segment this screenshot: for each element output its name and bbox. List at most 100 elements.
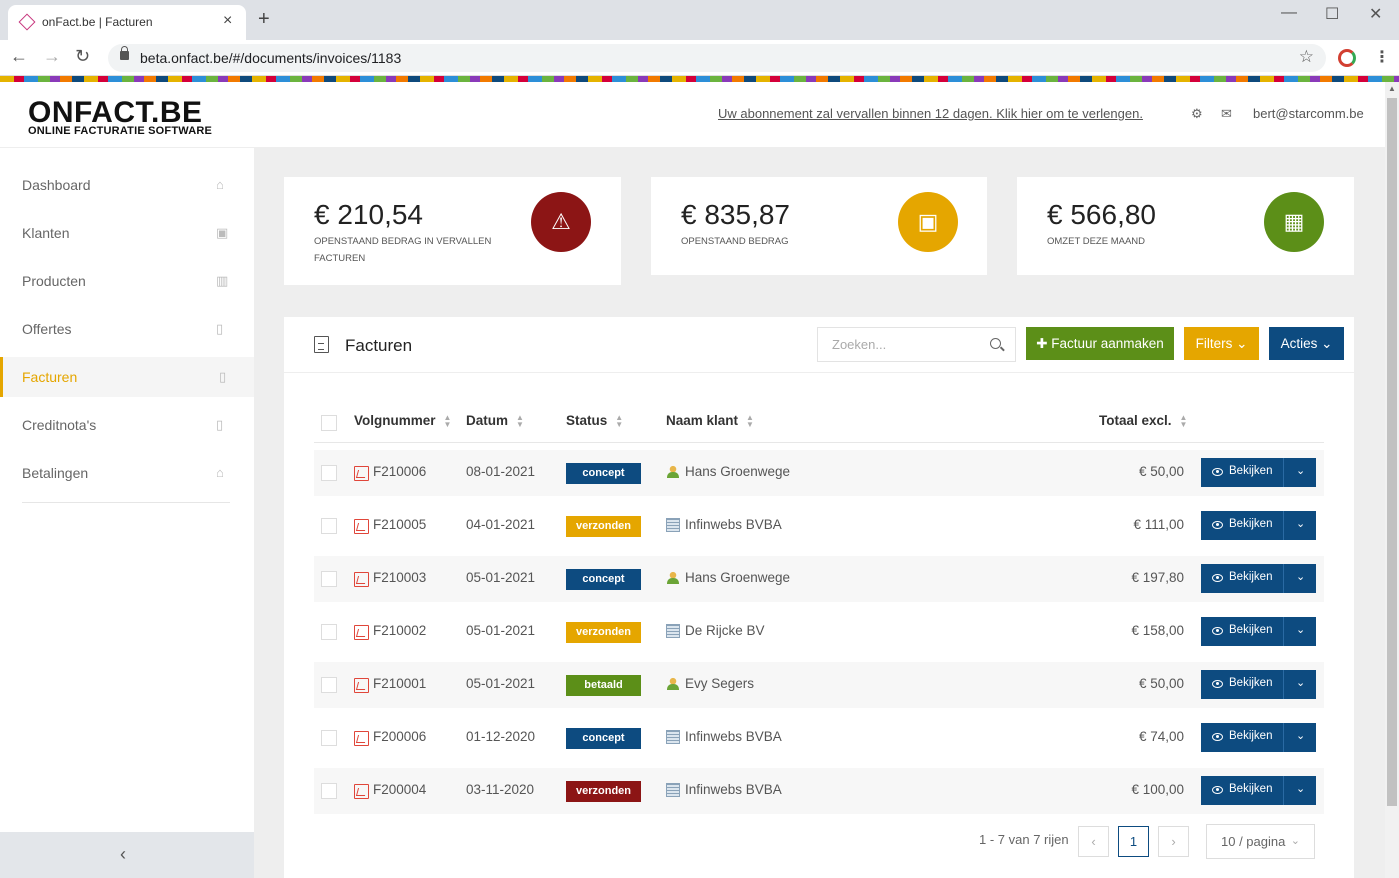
- sidebar-item-betalingen[interactable]: Betalingen ⌂: [0, 453, 254, 493]
- bookmark-star-icon[interactable]: ☆: [1299, 47, 1314, 67]
- pdf-icon[interactable]: [354, 466, 369, 481]
- client-name[interactable]: Infinwebs BVBA: [685, 517, 782, 532]
- invoice-date: 08-01-2021: [466, 464, 536, 479]
- sidebar-item-offertes[interactable]: Offertes ▯: [0, 309, 254, 349]
- sidebar-item-facturen[interactable]: Facturen ▯: [0, 357, 254, 397]
- view-button-label: Bekijken: [1229, 465, 1273, 477]
- client-name[interactable]: Infinwebs BVBA: [685, 729, 782, 744]
- address-bar[interactable]: beta.onfact.be/#/documents/invoices/1183…: [108, 44, 1326, 72]
- actions-button[interactable]: Acties ⌄: [1269, 327, 1344, 360]
- sidebar-item-dashboard[interactable]: Dashboard ⌂: [0, 165, 254, 205]
- page-button-current[interactable]: 1: [1118, 826, 1149, 857]
- stat-label: OPENSTAAND BEDRAG IN VERVALLEN FACTUREN: [314, 236, 492, 264]
- view-invoice-button[interactable]: Bekijken ⌄: [1201, 458, 1316, 487]
- row-checkbox[interactable]: [321, 624, 337, 640]
- filters-button[interactable]: Filters ⌄: [1184, 327, 1259, 360]
- prev-page-button[interactable]: ‹: [1078, 826, 1109, 857]
- sidebar-item-klanten[interactable]: Klanten ▣: [0, 213, 254, 253]
- invoice-number[interactable]: F210005: [373, 517, 426, 532]
- view-invoice-button[interactable]: Bekijken ⌄: [1201, 617, 1316, 646]
- reload-icon[interactable]: ↻: [75, 46, 90, 67]
- back-icon[interactable]: ←: [10, 46, 28, 67]
- new-tab-icon[interactable]: +: [258, 9, 270, 29]
- pdf-icon[interactable]: [354, 519, 369, 534]
- invoice-number[interactable]: F210003: [373, 570, 426, 585]
- table-row[interactable]: F210006 08-01-2021 concept Hans Groenwege € …: [314, 450, 1324, 496]
- column-header-status[interactable]: Status ▲ ▼: [566, 413, 623, 429]
- client-name[interactable]: Hans Groenwege: [685, 464, 790, 479]
- view-invoice-button[interactable]: Bekijken ⌄: [1201, 670, 1316, 699]
- view-button-label: Bekijken: [1229, 677, 1273, 689]
- maximize-icon[interactable]: ☐: [1325, 4, 1339, 24]
- renew-subscription-link[interactable]: Uw abonnement zal vervallen binnen 12 da…: [718, 106, 1143, 121]
- minimize-icon[interactable]: —: [1281, 4, 1297, 22]
- per-page-select[interactable]: 10 / pagina ⌄: [1206, 824, 1315, 859]
- row-checkbox[interactable]: [321, 518, 337, 534]
- chevron-down-icon[interactable]: ⌄: [1296, 729, 1305, 742]
- user-email[interactable]: bert@starcomm.be: [1253, 106, 1364, 121]
- chevron-down-icon[interactable]: ⌄: [1296, 517, 1305, 530]
- invoice-number[interactable]: F200004: [373, 782, 426, 797]
- sidebar-collapse-button[interactable]: ‹: [0, 832, 254, 878]
- chevron-down-icon[interactable]: ⌄: [1296, 676, 1305, 689]
- invoice-number[interactable]: F210001: [373, 676, 426, 691]
- row-checkbox[interactable]: [321, 465, 337, 481]
- sidebar-item-producten[interactable]: Producten ▥: [0, 261, 254, 301]
- search-input[interactable]: Zoeken...: [817, 327, 1016, 362]
- table-row[interactable]: F210001 05-01-2021 betaald Evy Segers € 50,0…: [314, 662, 1324, 708]
- close-window-icon[interactable]: ✕: [1369, 4, 1382, 24]
- eye-icon: [1212, 521, 1223, 529]
- column-header-datum[interactable]: Datum ▲ ▼: [466, 413, 524, 429]
- view-invoice-button[interactable]: Bekijken ⌄: [1201, 511, 1316, 540]
- pdf-icon[interactable]: [354, 784, 369, 799]
- extension-icon[interactable]: [1338, 49, 1356, 67]
- client-name[interactable]: Infinwebs BVBA: [685, 782, 782, 797]
- table-row[interactable]: F200006 01-12-2020 concept Infinwebs BVBA € …: [314, 715, 1324, 761]
- stat-amount: € 210,54: [314, 199, 423, 230]
- contacts-icon: ▣: [216, 225, 229, 240]
- chevron-down-icon[interactable]: ⌄: [1296, 782, 1305, 795]
- view-invoice-button[interactable]: Bekijken ⌄: [1201, 723, 1316, 752]
- select-all-checkbox[interactable]: [321, 415, 337, 431]
- chevron-down-icon[interactable]: ⌄: [1296, 464, 1305, 477]
- scroll-up-icon[interactable]: ▲: [1388, 84, 1396, 93]
- column-header-volgnummer[interactable]: Volgnummer ▲ ▼: [354, 413, 451, 429]
- client-name[interactable]: Evy Segers: [685, 676, 754, 691]
- invoice-number[interactable]: F210006: [373, 464, 426, 479]
- invoice-number[interactable]: F210002: [373, 623, 426, 638]
- search-icon[interactable]: [990, 338, 1001, 349]
- column-header-totaal[interactable]: Totaal excl. ▲ ▼: [1099, 413, 1187, 429]
- settings-icon[interactable]: ⚙: [1191, 106, 1203, 122]
- column-header-naam-klant[interactable]: Naam klant ▲ ▼: [666, 413, 754, 429]
- pdf-icon[interactable]: [354, 678, 369, 693]
- view-invoice-button[interactable]: Bekijken ⌄: [1201, 776, 1316, 805]
- pdf-icon[interactable]: [354, 625, 369, 640]
- pdf-icon[interactable]: [354, 572, 369, 587]
- close-tab-icon[interactable]: ×: [223, 12, 232, 30]
- browser-tab[interactable]: onFact.be | Facturen ×: [8, 5, 246, 40]
- invoice-number[interactable]: F200006: [373, 729, 426, 744]
- client-name[interactable]: Hans Groenwege: [685, 570, 790, 585]
- sidebar-item-label: Creditnota's: [22, 417, 97, 433]
- table-row[interactable]: F210002 05-01-2021 verzonden De Rijcke BV € …: [314, 609, 1324, 655]
- chevron-down-icon[interactable]: ⌄: [1296, 570, 1305, 583]
- page-scrollbar[interactable]: ▲: [1385, 82, 1399, 878]
- table-row[interactable]: F200004 03-11-2020 verzonden Infinwebs BVBA…: [314, 768, 1324, 814]
- table-row[interactable]: F210003 05-01-2021 concept Hans Groenwege € …: [314, 556, 1324, 602]
- scrollbar-thumb[interactable]: [1387, 98, 1397, 806]
- chevron-down-icon[interactable]: ⌄: [1296, 623, 1305, 636]
- row-checkbox[interactable]: [321, 783, 337, 799]
- row-checkbox[interactable]: [321, 677, 337, 693]
- forward-icon[interactable]: →: [43, 46, 61, 67]
- row-checkbox[interactable]: [321, 730, 337, 746]
- row-checkbox[interactable]: [321, 571, 337, 587]
- next-page-button[interactable]: ›: [1158, 826, 1189, 857]
- create-invoice-button[interactable]: ✚ Factuur aanmaken: [1026, 327, 1174, 360]
- view-invoice-button[interactable]: Bekijken ⌄: [1201, 564, 1316, 593]
- pdf-icon[interactable]: [354, 731, 369, 746]
- client-name[interactable]: De Rijcke BV: [685, 623, 765, 638]
- browser-menu-icon[interactable]: ⋮: [1374, 47, 1390, 67]
- table-row[interactable]: F210005 04-01-2021 verzonden Infinwebs BVBA…: [314, 503, 1324, 549]
- sidebar-item-creditnotas[interactable]: Creditnota's ▯: [0, 405, 254, 445]
- mail-icon[interactable]: ✉: [1221, 106, 1232, 122]
